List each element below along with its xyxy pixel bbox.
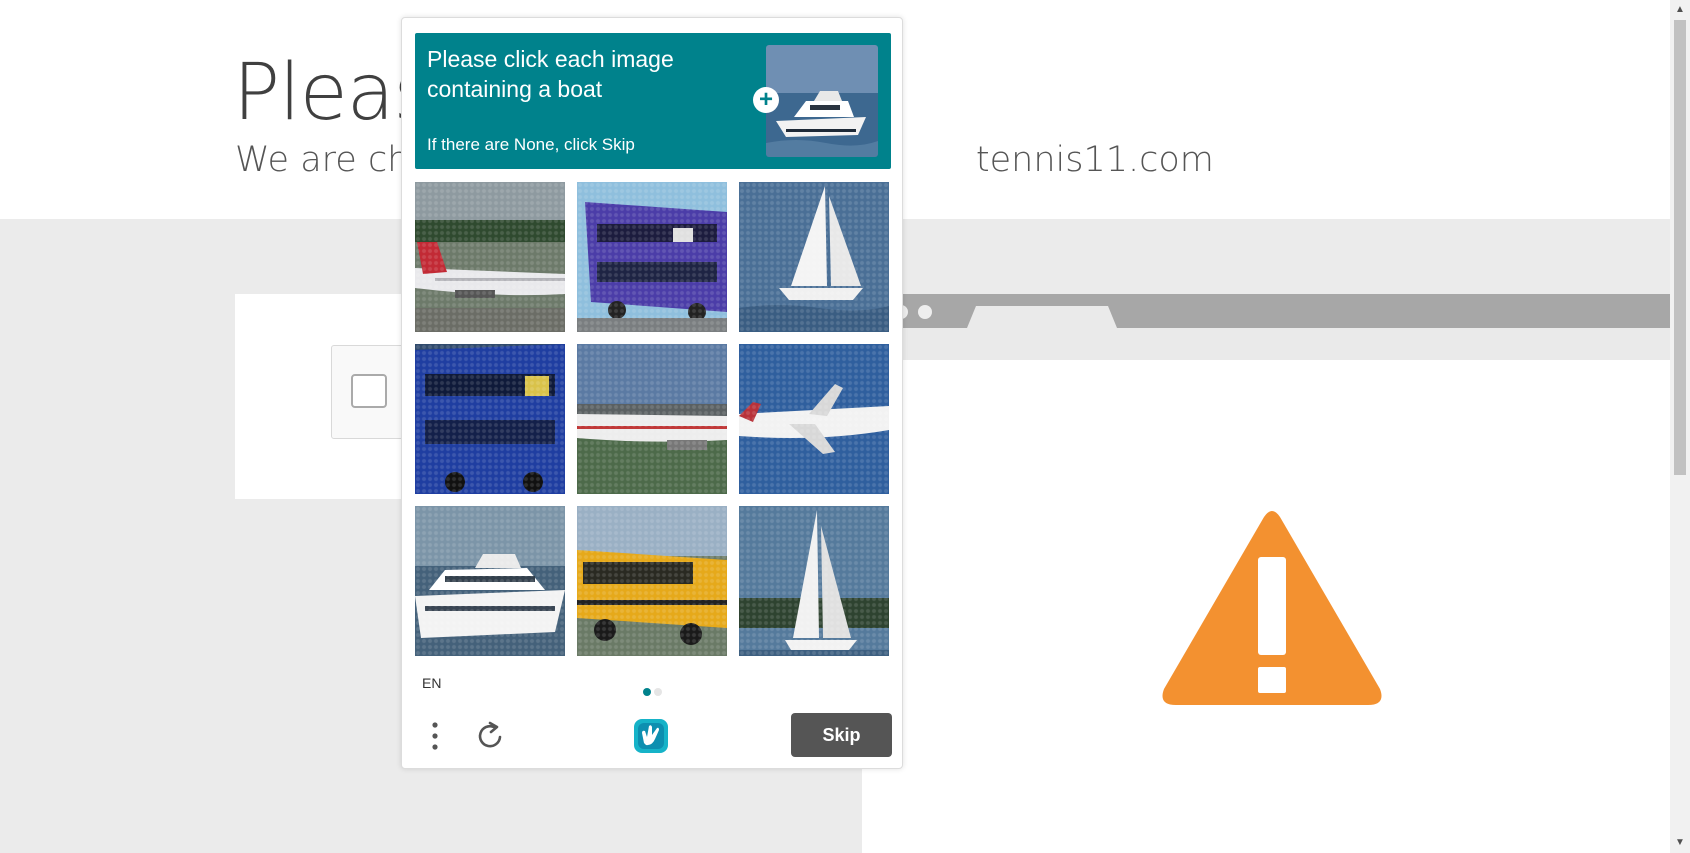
browser-toolbar	[862, 294, 1670, 328]
page-dot	[654, 688, 662, 696]
prompt-hint: If there are None, click Skip	[427, 135, 635, 154]
menu-button[interactable]	[422, 718, 448, 754]
enlarge-example-icon[interactable]: +	[753, 87, 779, 113]
refresh-icon	[478, 721, 502, 748]
captcha-prompt: Please click each image containing a boa…	[415, 33, 891, 169]
image-tile-1[interactable]	[415, 182, 565, 332]
page-subtitle-domain: tennis11.com	[975, 140, 1214, 180]
browser-dot	[918, 305, 932, 319]
browser-tab	[967, 306, 1117, 328]
image-tile-6[interactable]	[739, 344, 889, 494]
warning-icon	[1162, 511, 1382, 705]
scrollbar-thumb[interactable]	[1674, 20, 1686, 475]
browser-address-strip	[862, 328, 1670, 360]
browser-illustration	[862, 294, 1670, 853]
image-tile-4[interactable]	[415, 344, 565, 494]
page-dot-active	[643, 688, 651, 696]
image-tile-8[interactable]	[577, 506, 727, 656]
scroll-down-arrow-icon[interactable]: ▼	[1670, 835, 1690, 853]
page-indicator	[643, 683, 665, 701]
image-tile-7[interactable]	[415, 506, 565, 656]
refresh-button[interactable]	[474, 720, 506, 752]
vertical-dots-icon	[432, 722, 438, 750]
prompt-text: Please click each image containing a boa…	[427, 46, 674, 102]
image-tile-9[interactable]	[739, 506, 889, 656]
scroll-up-arrow-icon[interactable]: ▲	[1670, 0, 1690, 18]
image-tile-3[interactable]	[739, 182, 889, 332]
example-image-boat[interactable]	[766, 45, 878, 157]
image-tile-5[interactable]	[577, 344, 727, 494]
captcha-challenge-modal: Please click each image containing a boa…	[401, 17, 903, 769]
captcha-checkbox[interactable]	[351, 374, 387, 408]
language-selector[interactable]: EN	[422, 675, 441, 691]
skip-button[interactable]: Skip	[791, 713, 892, 757]
scrollbar[interactable]: ▲ ▼	[1670, 0, 1690, 853]
hcaptcha-logo-icon[interactable]	[630, 715, 672, 757]
image-tile-2[interactable]	[577, 182, 727, 332]
